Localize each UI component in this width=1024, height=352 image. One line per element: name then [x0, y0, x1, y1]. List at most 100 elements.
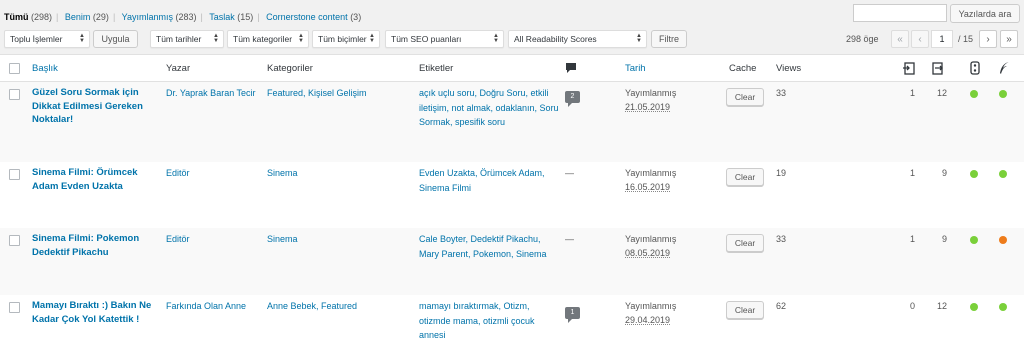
outgoing-links-count: 1 [909, 168, 915, 178]
outgoing-links-count: 0 [909, 301, 915, 311]
filter-cornerstone-count: (3) [350, 12, 362, 22]
first-page-button[interactable]: « [891, 30, 909, 48]
row-checkbox[interactable] [9, 89, 20, 100]
tags-links[interactable]: açık uçlu soru, Doğru Soru, etkili ileti… [419, 86, 559, 130]
author-link[interactable]: Farkında Olan Anne [166, 299, 256, 314]
seo-score-dot [970, 303, 978, 311]
comments-none: — [565, 168, 574, 178]
category-filter-select[interactable]: Tüm kategoriler ▲ ▼ [227, 30, 309, 48]
seo-score-dot [970, 170, 978, 178]
column-cache: Cache [729, 63, 757, 74]
incoming-links-count: 12 [936, 88, 947, 98]
post-status: Yayımlanmış [625, 301, 677, 311]
column-categories: Kategoriler [267, 63, 313, 74]
post-title-link[interactable]: Sinema Filmi: Pokemon Dedektif Pikachu [32, 232, 158, 259]
view-count: 33 [776, 88, 787, 98]
next-page-button[interactable]: › [979, 30, 997, 48]
readability-filter-select[interactable]: All Readability Scores ▲ ▼ [508, 30, 647, 48]
total-pages: / 15 [958, 34, 974, 44]
filter-draft[interactable]: Taslak [209, 12, 235, 22]
readability-score-dot [999, 170, 1007, 178]
filter-all[interactable]: Tümü [4, 12, 29, 22]
filter-published-count: (283) [175, 12, 197, 22]
categories-links[interactable]: Sinema [267, 166, 407, 181]
post-title-link[interactable]: Güzel Soru Sormak için Dikkat Edilmesi G… [32, 86, 158, 127]
filter-mine[interactable]: Benim [65, 12, 91, 22]
format-filter-select[interactable]: Tüm biçimler ▲ ▼ [312, 30, 380, 48]
post-date: 29.04.2019 [625, 315, 671, 325]
seo-score-dot [970, 236, 978, 244]
select-arrows-icon: ▲ ▼ [369, 33, 375, 44]
select-arrows-icon: ▲ ▼ [79, 33, 85, 44]
outgoing-links-icon [902, 61, 916, 75]
filter-cornerstone[interactable]: Cornerstone content [266, 12, 348, 22]
select-arrows-icon: ▲ ▼ [493, 33, 499, 44]
row-checkbox[interactable] [9, 302, 20, 313]
filter-published[interactable]: Yayımlanmış [122, 12, 173, 22]
comment-count-bubble[interactable]: 2 [565, 91, 580, 107]
apply-button[interactable]: Uygula [93, 30, 138, 48]
prev-page-button[interactable]: ‹ [911, 30, 929, 48]
post-date: 21.05.2019 [625, 102, 671, 112]
readability-filter-value: All Readability Scores [514, 34, 597, 44]
post-date: 16.05.2019 [625, 182, 671, 192]
post-status: Yayımlanmış [625, 234, 677, 244]
search-input[interactable] [853, 4, 947, 22]
separator: | [56, 12, 59, 22]
filter-draft-count: (15) [237, 12, 254, 22]
post-title-link[interactable]: Sinema Filmi: Örümcek Adam Evden Uzakta [32, 166, 158, 193]
clear-cache-button[interactable]: Clear [726, 234, 764, 252]
clear-cache-button[interactable]: Clear [726, 88, 764, 106]
date-filter-select[interactable]: Tüm tarihler ▲ ▼ [150, 30, 224, 48]
seo-score-dot [970, 90, 978, 98]
column-author: Yazar [166, 63, 191, 74]
readability-quill-icon [998, 61, 1010, 75]
column-title[interactable]: Başlık [32, 63, 58, 74]
table-row: Sinema Filmi: Pokemon Dedektif Pikachu Ed… [0, 228, 1024, 295]
filter-all-count: (298) [31, 12, 53, 22]
select-all-checkbox[interactable] [9, 63, 20, 74]
row-checkbox[interactable] [9, 235, 20, 246]
tags-links[interactable]: mamayı bıraktırmak, Otizm, otizmde mama,… [419, 299, 559, 343]
author-link[interactable]: Editör [166, 232, 256, 247]
comments-icon[interactable] [565, 62, 577, 74]
incoming-links-count: 9 [941, 168, 947, 178]
search-posts-button[interactable]: Yazılarda ara [950, 4, 1020, 23]
author-link[interactable]: Dr. Yaprak Baran Tecir [166, 86, 256, 101]
view-count: 33 [776, 234, 787, 244]
bulk-actions-select[interactable]: Toplu İşlemler ▲ ▼ [4, 30, 90, 48]
categories-links[interactable]: Anne Bebek, Featured [267, 299, 407, 314]
comment-count-bubble[interactable]: 1 [565, 307, 580, 323]
column-views: Views [776, 63, 802, 74]
clear-cache-button[interactable]: Clear [726, 168, 764, 186]
row-checkbox[interactable] [9, 169, 20, 180]
current-page-input[interactable]: 1 [931, 30, 953, 48]
column-tags: Etiketler [419, 63, 454, 74]
column-date[interactable]: Tarih [625, 63, 646, 74]
incoming-links-count: 9 [941, 234, 947, 244]
tags-links[interactable]: Evden Uzakta, Örümcek Adam, Sinema Filmi [419, 166, 559, 195]
tags-links[interactable]: Cale Boyter, Dedektif Pikachu, Mary Pare… [419, 232, 559, 261]
items-count: 298 öge [846, 34, 879, 44]
last-page-button[interactable]: » [1000, 30, 1018, 48]
readability-score-dot [999, 90, 1007, 98]
readability-score-dot [999, 236, 1007, 244]
post-status: Yayımlanmış [625, 168, 677, 178]
post-title-link[interactable]: Mamayı Bıraktı :) Bakın Ne Kadar Çok Yol… [32, 299, 158, 326]
separator: | [257, 12, 260, 22]
author-link[interactable]: Editör [166, 166, 256, 181]
incoming-links-icon [931, 61, 945, 75]
view-count: 19 [776, 168, 787, 178]
filter-mine-count: (29) [92, 12, 109, 22]
table-row: Mamayı Bıraktı :) Bakın Ne Kadar Çok Yol… [0, 295, 1024, 352]
select-arrows-icon: ▲ ▼ [298, 33, 304, 44]
categories-links[interactable]: Featured, Kişisel Gelişim [267, 86, 407, 101]
clear-cache-button[interactable]: Clear [726, 301, 764, 319]
select-arrows-icon: ▲ ▼ [213, 33, 219, 44]
comments-none: — [565, 234, 574, 244]
categories-links[interactable]: Sinema [267, 232, 407, 247]
format-filter-value: Tüm biçimler [318, 34, 367, 44]
outgoing-links-count: 1 [909, 234, 915, 244]
seo-score-filter-select[interactable]: Tüm SEO puanları ▲ ▼ [385, 30, 504, 48]
filter-button[interactable]: Filtre [651, 30, 687, 48]
